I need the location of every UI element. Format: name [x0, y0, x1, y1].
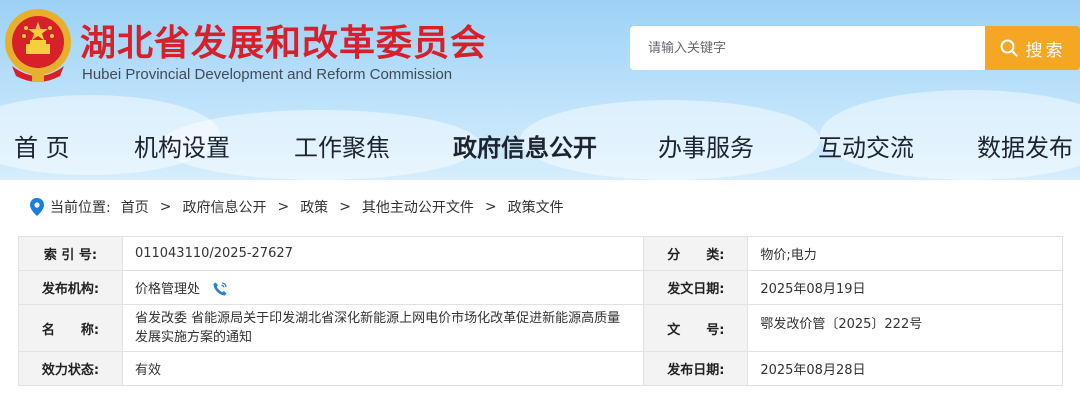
doc-no-label: 文 号:	[643, 304, 749, 352]
pub-date-value: 2025年08月28日	[747, 351, 1063, 386]
national-emblem-icon	[5, 9, 71, 82]
search-icon	[1000, 39, 1018, 57]
search-button[interactable]: 搜索	[985, 26, 1080, 70]
breadcrumb-separator: >	[277, 199, 290, 215]
breadcrumb-item-other-files[interactable]: 其他主动公开文件	[362, 197, 474, 217]
site-subtitle: Hubei Provincial Development and Reform …	[82, 66, 453, 83]
search-input[interactable]	[648, 40, 967, 56]
table-row: 发布机构: 价格管理处 发文日期: 2025年08月19日	[18, 270, 1063, 305]
pub-date-label: 发布日期:	[643, 351, 749, 386]
name-label: 名 称:	[18, 304, 123, 352]
breadcrumb-separator: >	[159, 199, 172, 215]
category-value: 物价;电力	[747, 236, 1063, 271]
nav-item-gov-info[interactable]: 政府信息公开	[453, 128, 597, 163]
table-row: 索 引 号: 011043110/2025-27627 分 类: 物价;电力	[18, 236, 1063, 271]
breadcrumb-prefix: 当前位置:	[50, 200, 111, 216]
doc-no-value: 鄂发改价管〔2025〕222号	[747, 304, 1063, 352]
category-label: 分 类:	[643, 236, 749, 271]
breadcrumb: 当前位置: 首页 > 政府信息公开 > 政策 > 其他主动公开文件 > 政策文件	[30, 196, 564, 218]
status-label: 效力状态:	[18, 351, 123, 386]
issuer-value: 价格管理处	[134, 281, 200, 297]
site-title: 湖北省发展和改革委员会	[80, 23, 488, 64]
breadcrumb-item-policy[interactable]: 政策	[300, 197, 328, 217]
search-box	[630, 26, 985, 70]
table-row: 效力状态: 有效 发布日期: 2025年08月28日	[18, 351, 1063, 386]
main-nav: 首 页 机构设置 工作聚焦 政府信息公开 办事服务 互动交流 数据发布	[0, 128, 1080, 170]
breadcrumb-item-gov-info[interactable]: 政府信息公开	[182, 197, 266, 217]
nav-item-home[interactable]: 首 页	[14, 128, 70, 163]
issuer-label: 发布机构:	[18, 270, 123, 305]
location-pin-icon	[30, 198, 44, 216]
doc-date-label: 发文日期:	[643, 270, 749, 305]
doc-date-value: 2025年08月19日	[747, 270, 1063, 305]
breadcrumb-separator: >	[484, 199, 497, 215]
search-button-label: 搜索	[1025, 40, 1066, 61]
nav-item-work-focus[interactable]: 工作聚焦	[294, 128, 390, 163]
phone-icon[interactable]	[212, 281, 228, 297]
nav-item-interaction[interactable]: 互动交流	[818, 128, 914, 163]
document-info-table: 索 引 号: 011043110/2025-27627 分 类: 物价;电力 发…	[18, 236, 1063, 386]
breadcrumb-item-policy-files[interactable]: 政策文件	[508, 197, 564, 217]
breadcrumb-separator: >	[339, 199, 351, 215]
nav-item-services[interactable]: 办事服务	[658, 128, 754, 163]
name-value: 省发改委 省能源局关于印发湖北省深化新能源上网电价市场化改革促进新能源高质量发展…	[121, 304, 645, 352]
nav-item-organization[interactable]: 机构设置	[134, 128, 230, 163]
index-value: 011043110/2025-27627	[121, 236, 645, 271]
site-header: 湖北省发展和改革委员会 Hubei Provincial Development…	[0, 0, 1080, 180]
nav-item-data-release[interactable]: 数据发布	[977, 128, 1073, 163]
issuer-cell: 价格管理处	[121, 270, 645, 305]
index-label: 索 引 号:	[18, 236, 123, 271]
breadcrumb-item-home[interactable]: 首页	[121, 197, 149, 217]
table-row: 名 称: 省发改委 省能源局关于印发湖北省深化新能源上网电价市场化改革促进新能源…	[18, 304, 1063, 352]
status-value: 有效	[121, 351, 645, 386]
